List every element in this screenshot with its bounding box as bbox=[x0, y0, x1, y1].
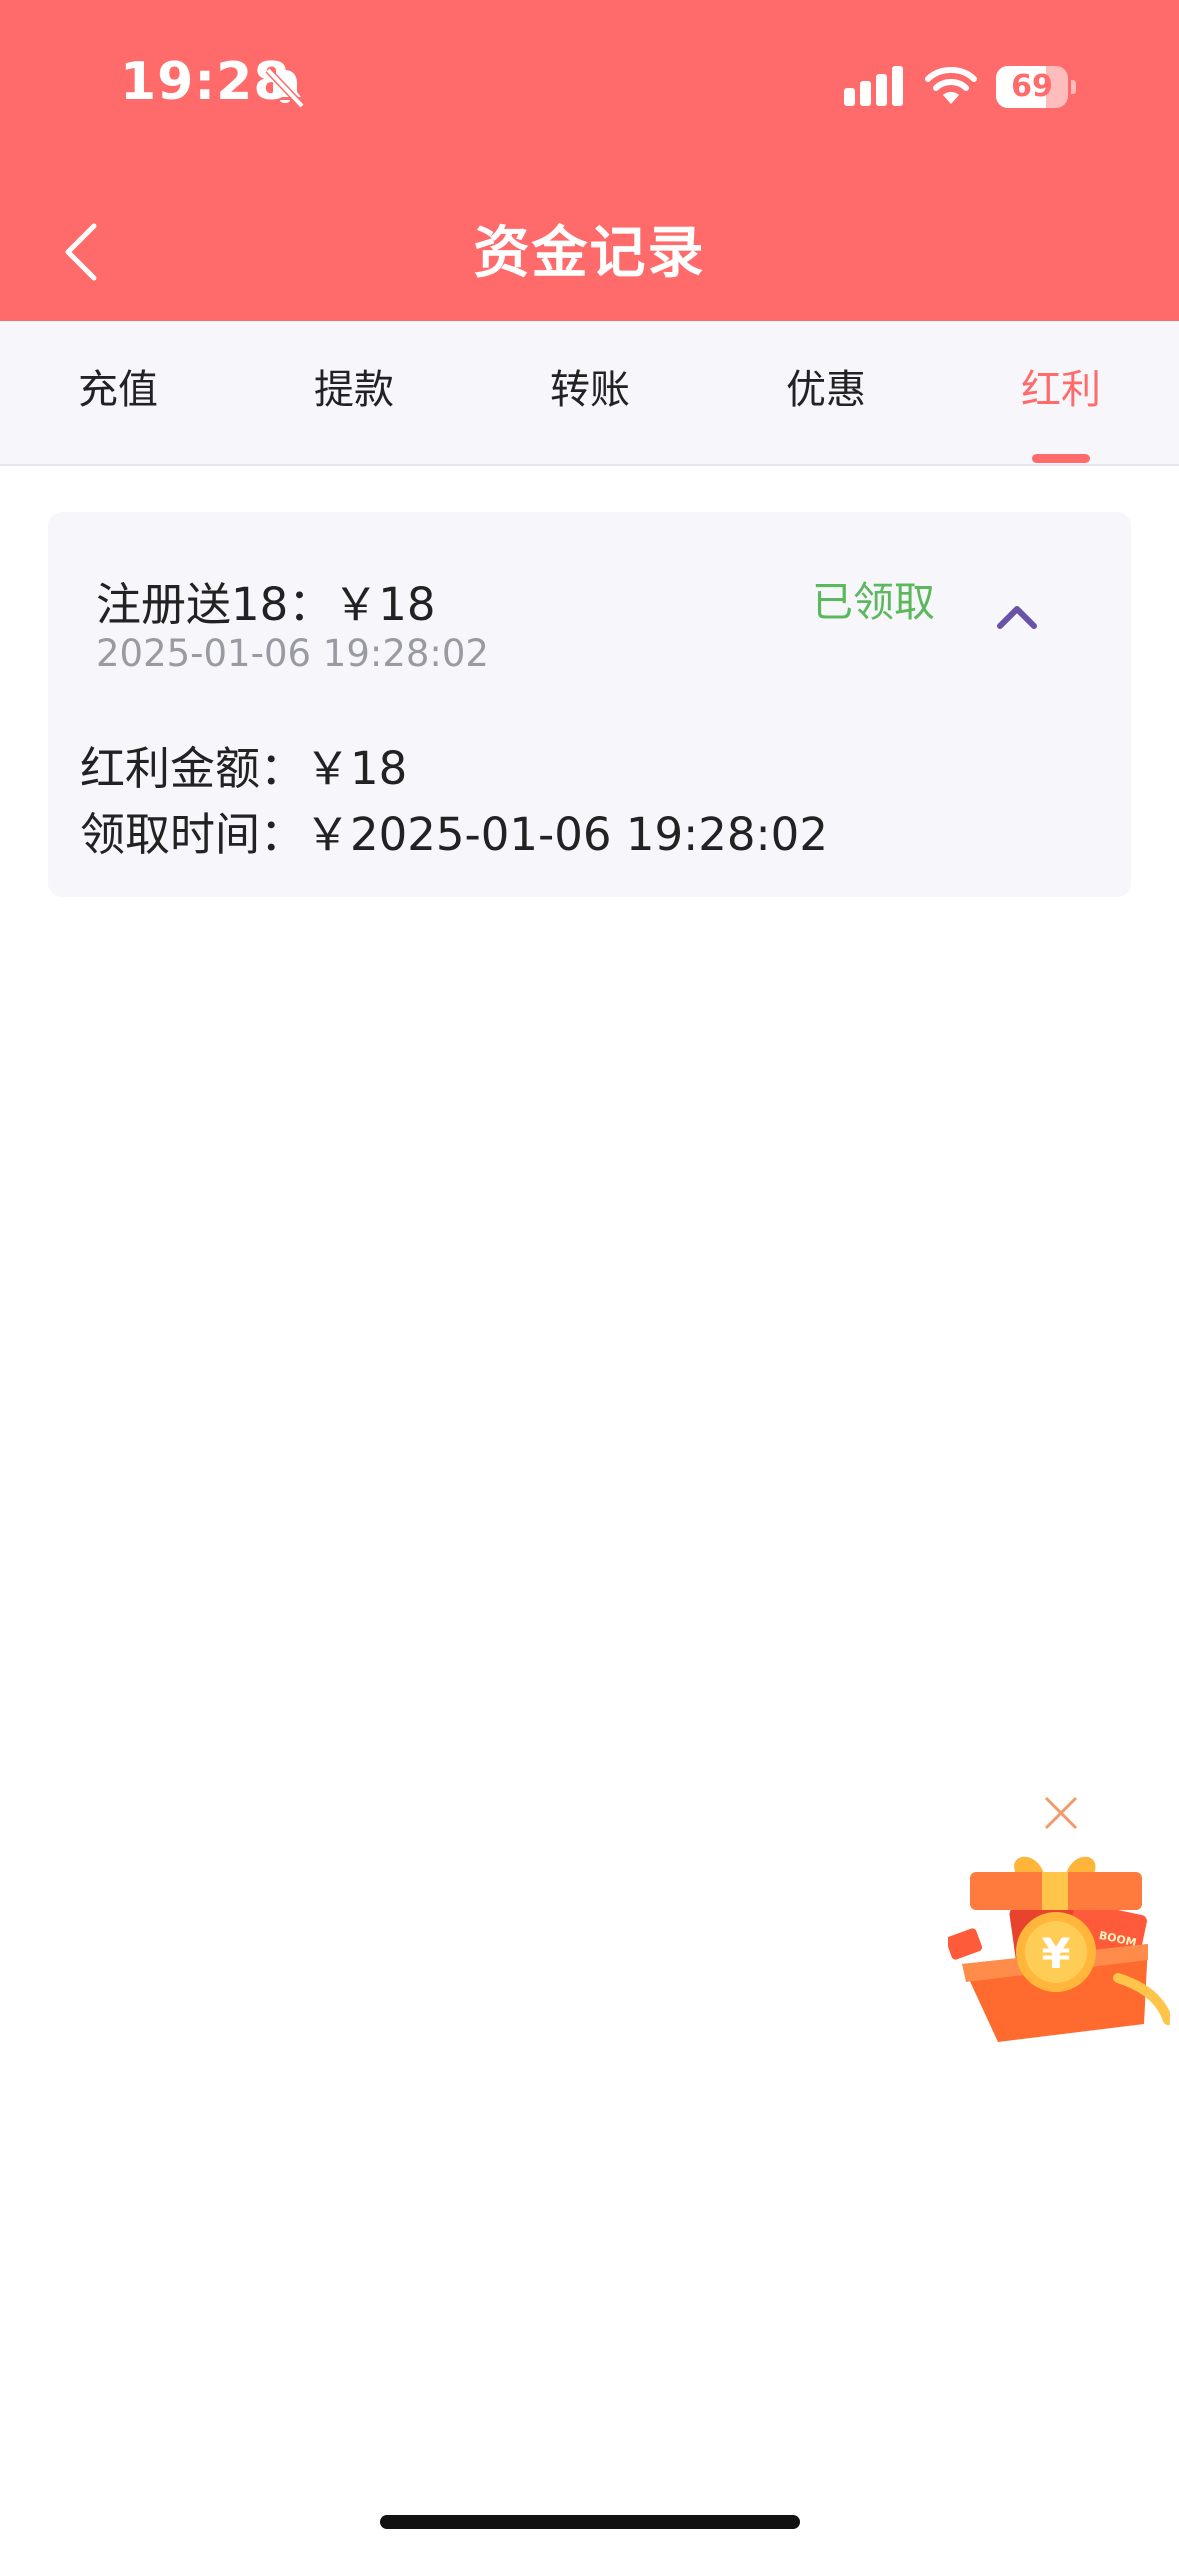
bonus-amount-value: ￥18 bbox=[305, 742, 408, 795]
claim-time-value: ￥2025-01-06 19:28:02 bbox=[305, 808, 828, 861]
tab-bonus[interactable]: 红利 bbox=[943, 321, 1179, 464]
record-type-tabs: 充值 提款 转账 优惠 红利 bbox=[0, 321, 1179, 466]
record-title: 注册送18：￥18 bbox=[96, 578, 436, 631]
wifi-icon bbox=[924, 64, 978, 108]
cellular-signal-icon bbox=[844, 66, 906, 106]
bell-slash-icon bbox=[262, 64, 308, 110]
record-date: 2025-01-06 19:28:02 bbox=[96, 632, 489, 675]
svg-text:¥: ¥ bbox=[1041, 1929, 1070, 1978]
chevron-up-icon[interactable] bbox=[992, 598, 1042, 634]
tab-transfer[interactable]: 转账 bbox=[472, 321, 708, 464]
bonus-record-card[interactable]: 注册送18：￥18 2025-01-06 19:28:02 已领取 红利金额：￥… bbox=[48, 512, 1131, 897]
tab-withdrawal[interactable]: 提款 bbox=[236, 321, 472, 464]
battery-level-text: 69 bbox=[1011, 69, 1053, 104]
status-bar: 19:28 69 bbox=[0, 0, 1179, 170]
claim-time-row: 领取时间：￥2025-01-06 19:28:02 bbox=[80, 798, 828, 863]
status-badge: 已领取 bbox=[812, 578, 935, 626]
close-icon[interactable] bbox=[1042, 1794, 1080, 1832]
tab-promotion[interactable]: 优惠 bbox=[708, 321, 944, 464]
active-tab-indicator bbox=[1032, 454, 1090, 463]
claim-time-label: 领取时间： bbox=[80, 808, 306, 861]
tab-recharge[interactable]: 充值 bbox=[0, 321, 236, 464]
home-indicator[interactable] bbox=[380, 2515, 800, 2529]
gift-box-icon[interactable]: BOOM ¥ bbox=[945, 1848, 1173, 2048]
bonus-amount-label: 红利金额： bbox=[80, 742, 306, 795]
page-title: 资金记录 bbox=[473, 221, 706, 286]
app-header: 19:28 69 资金记录 bbox=[0, 0, 1179, 321]
battery-icon: 69 bbox=[996, 66, 1076, 108]
bonus-amount-row: 红利金额：￥18 bbox=[80, 732, 407, 797]
